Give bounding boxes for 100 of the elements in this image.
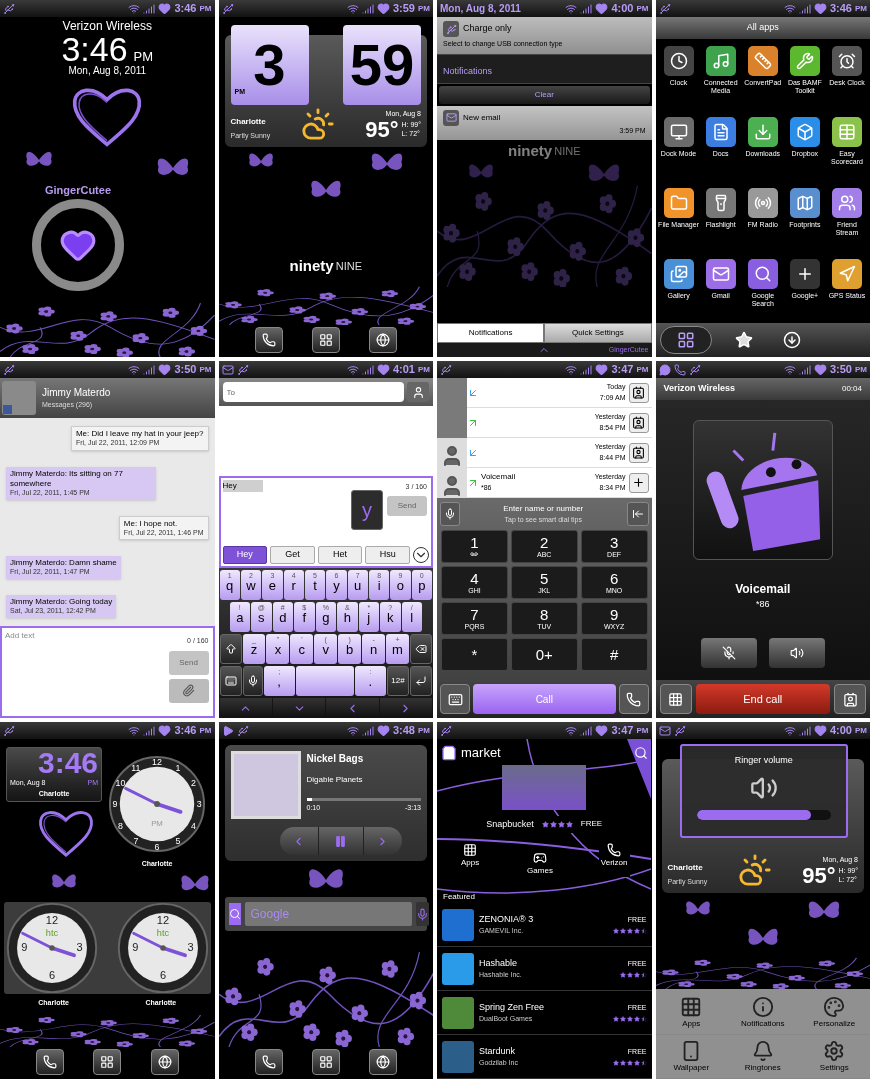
contact-card-button[interactable] [628, 442, 649, 463]
clear-button[interactable]: Clear [439, 85, 650, 104]
status-meridiem: PM [199, 726, 212, 735]
search-button[interactable] [633, 745, 648, 760]
menu-item[interactable]: Wallpaper [655, 1035, 727, 1079]
dial-key[interactable]: * [441, 638, 508, 671]
status-time: 3:46 [174, 725, 197, 736]
dial-key[interactable]: 1 [441, 530, 508, 563]
globe-icon [157, 1055, 172, 1069]
app-name: Spring Zen Free [479, 1000, 546, 1014]
caller-number: *86 [756, 598, 770, 611]
globe-button[interactable] [369, 327, 397, 353]
phone-button[interactable] [618, 684, 649, 714]
digital-time: 3:46 [36, 748, 98, 778]
contact-card-button[interactable] [628, 412, 649, 433]
tab[interactable]: Quick Settings [544, 323, 652, 343]
shopping-bag-icon [441, 744, 457, 761]
battery-heart-icon [376, 724, 390, 737]
tab[interactable]: Notifications [437, 323, 545, 343]
menu-item[interactable]: Personalize [798, 991, 870, 1035]
end-call-button[interactable]: End call [695, 684, 830, 714]
menu-item[interactable]: Apps [655, 991, 727, 1035]
status-time: 4:00 [829, 725, 852, 736]
backspace-key[interactable] [409, 634, 432, 664]
phone-button[interactable] [254, 327, 283, 353]
menu-item[interactable]: Ringtones [727, 1035, 799, 1079]
voice-search-button[interactable] [440, 502, 460, 526]
speaker-button[interactable] [768, 637, 825, 668]
recipient-field[interactable]: To [222, 382, 404, 402]
attach-button[interactable] [168, 678, 209, 703]
keypad-toggle-button[interactable] [440, 684, 470, 714]
contact-button[interactable] [834, 684, 866, 714]
pause-button[interactable] [317, 827, 364, 855]
banner-app-name: Snapbucket [486, 817, 534, 831]
suggestion-chip[interactable]: Hey [222, 546, 268, 564]
clock-numeral: 9 [131, 940, 138, 953]
wifi-icon [128, 2, 141, 15]
voice-search-button[interactable] [415, 902, 429, 926]
mic-key[interactable] [242, 666, 263, 696]
backspace-button[interactable] [626, 502, 649, 526]
status-time: 4:01 [392, 364, 415, 375]
category-button[interactable]: Verizon [598, 843, 630, 877]
phone-button[interactable] [36, 1049, 64, 1075]
grid-icon [318, 333, 333, 347]
dial-key[interactable]: 0+ [510, 638, 578, 671]
suggestion-chip[interactable]: Get [270, 546, 315, 564]
shift-key[interactable] [219, 634, 242, 664]
caller-name: Voicemail [481, 471, 516, 484]
tab[interactable] [659, 326, 712, 354]
menu-item[interactable]: Notifications [727, 991, 799, 1035]
search-field[interactable]: Google [244, 902, 412, 926]
half-star-icon [640, 1059, 647, 1066]
key[interactable]: 12# [387, 666, 409, 696]
logo-text: NINE [554, 144, 581, 159]
wifi-icon [565, 2, 578, 15]
person-icon [411, 385, 425, 399]
status-time: 3:47 [611, 364, 634, 375]
mail-icon [221, 363, 234, 376]
usb-icon [236, 724, 249, 737]
clock-numeral: 3 [187, 940, 194, 953]
keyboard-key[interactable] [219, 666, 242, 696]
menu-item[interactable]: Settings [798, 1035, 870, 1079]
wifi-icon [128, 363, 141, 376]
contact-card-button[interactable] [628, 382, 649, 403]
speaker-icon [789, 645, 804, 660]
search-icon [633, 745, 648, 760]
dialpad-button[interactable] [659, 684, 692, 714]
key-preview-letter: y [362, 498, 372, 523]
usb-icon [236, 363, 249, 376]
space-key[interactable] [295, 666, 354, 696]
suggestion-chip[interactable]: Het [317, 546, 363, 564]
microphone-icon [246, 675, 259, 687]
all-apps-button[interactable] [311, 327, 340, 353]
globe-button[interactable] [150, 1049, 179, 1075]
add-contact-button[interactable] [628, 472, 649, 493]
clock-minute: 59 [349, 36, 415, 94]
all-apps-button[interactable] [93, 1049, 122, 1075]
message-input[interactable]: Hey [222, 480, 263, 492]
suggestion-chip[interactable]: Hsu [365, 546, 410, 564]
status-date: Mon, Aug 8, 2011 [440, 3, 521, 14]
phone-button[interactable] [254, 1049, 283, 1075]
enter-key[interactable] [410, 666, 432, 696]
globe-button[interactable] [369, 1049, 397, 1075]
clock-numeral: 9 [21, 940, 28, 953]
mute-button[interactable] [700, 637, 757, 668]
signal-icon [143, 724, 156, 737]
grid-icon [100, 1055, 115, 1069]
contact-card-icon [632, 446, 645, 459]
clock-numeral: 4 [191, 820, 196, 831]
wifi-icon [783, 363, 796, 376]
message-input[interactable]: Add text [2, 628, 169, 644]
microphone-icon [444, 508, 456, 520]
usb-icon [440, 363, 452, 376]
status-time: 4:00 [611, 3, 634, 14]
dial-key[interactable]: # [580, 638, 648, 671]
wifi-icon [346, 363, 359, 376]
contact-picker-button[interactable] [407, 382, 429, 402]
status-time: 3:48 [392, 725, 415, 736]
clock-numeral: 3 [196, 799, 202, 810]
all-apps-button[interactable] [311, 1049, 340, 1075]
